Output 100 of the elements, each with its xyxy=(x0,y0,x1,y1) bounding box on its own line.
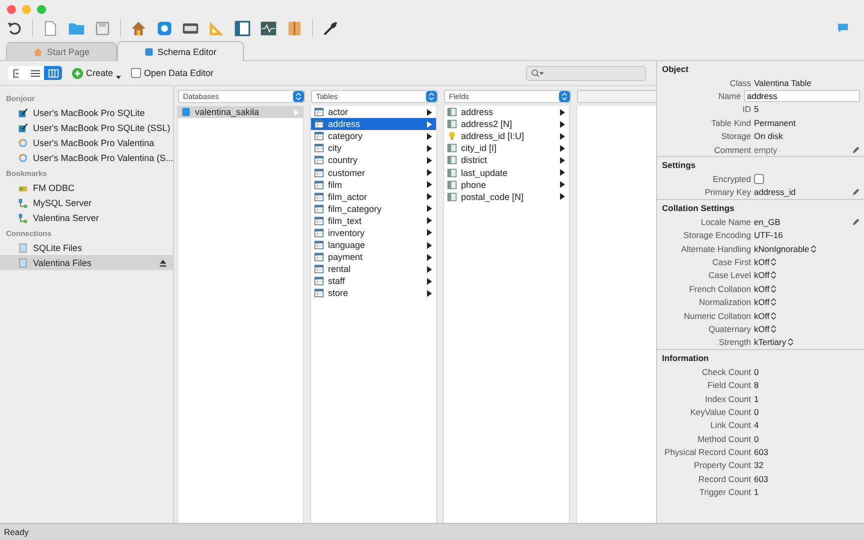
list-icon xyxy=(30,68,40,78)
checkbox[interactable] xyxy=(754,174,764,184)
property-label: Method Count xyxy=(696,434,752,444)
property-label: Numeric Collation xyxy=(682,310,752,321)
list-item[interactable]: staff xyxy=(311,275,436,288)
list-item[interactable]: actor xyxy=(311,106,436,118)
list-item[interactable]: valentina_sakila xyxy=(178,106,303,118)
window-icon[interactable] xyxy=(234,20,251,36)
up-down-arrows-icon xyxy=(771,324,776,333)
property-value: 0 xyxy=(754,366,759,377)
list-item[interactable]: film_category xyxy=(311,202,436,215)
search-field[interactable] xyxy=(526,66,646,80)
property-value: On disk xyxy=(754,131,783,142)
stepper-icon xyxy=(426,90,437,102)
waveform-icon[interactable] xyxy=(260,20,277,36)
book-icon[interactable] xyxy=(286,20,303,36)
tab[interactable]: Schema Editor xyxy=(116,41,244,61)
column-icon xyxy=(447,119,457,130)
list-item[interactable]: customer xyxy=(311,166,436,179)
new-file-icon[interactable] xyxy=(42,20,59,36)
column-view-button[interactable] xyxy=(44,66,62,80)
sidebar-item[interactable]: SQLite Files xyxy=(0,240,173,255)
property-value: 0 xyxy=(754,434,759,444)
sidebar-item[interactable]: Valentina Server xyxy=(0,210,173,225)
list-item[interactable]: address xyxy=(311,118,436,130)
list-item[interactable]: film_text xyxy=(311,214,436,227)
plug-icon[interactable] xyxy=(322,20,339,36)
list-item[interactable]: film xyxy=(311,178,436,191)
list-item[interactable]: inventory xyxy=(311,226,436,240)
list-item[interactable]: address xyxy=(444,106,569,118)
property-label: Case First xyxy=(711,256,752,267)
tab[interactable]: Start Page xyxy=(6,42,117,60)
list-item[interactable]: address_id [I:U] xyxy=(444,130,569,142)
sidebar-item[interactable]: User's MacBook Pro SQLite xyxy=(0,105,173,120)
property-label: Case Level xyxy=(707,270,752,280)
pencil-icon[interactable] xyxy=(852,188,860,196)
list-item[interactable]: last_update xyxy=(444,166,569,179)
popup-button[interactable]: kOff xyxy=(754,256,776,267)
list-item[interactable]: phone xyxy=(444,178,569,191)
list-item[interactable]: film_actor xyxy=(311,190,436,203)
status-text: Ready xyxy=(0,523,864,540)
table-icon xyxy=(314,119,324,130)
list-item[interactable]: city_id [I] xyxy=(444,142,569,154)
table-icon xyxy=(314,228,324,238)
popup-button[interactable]: kNonIgnorable xyxy=(754,244,816,254)
table-icon xyxy=(314,216,324,226)
group-heading: Object xyxy=(661,63,690,76)
column-icon xyxy=(447,168,457,178)
ruler-icon[interactable] xyxy=(208,20,225,36)
column-icon xyxy=(447,143,457,154)
popup-button[interactable]: kOff xyxy=(754,297,776,308)
property-label: Comment xyxy=(713,144,752,155)
list-item[interactable]: address2 [N] xyxy=(444,118,569,130)
table-icon xyxy=(314,192,324,202)
group-heading: Information xyxy=(657,349,864,366)
popup-button[interactable]: kOff xyxy=(754,270,776,280)
chat-icon[interactable] xyxy=(836,21,850,35)
close-button[interactable] xyxy=(7,4,16,14)
list-item[interactable]: language xyxy=(311,239,436,252)
sidebar-item[interactable]: FM ODBC xyxy=(0,180,173,195)
property-value: 32 xyxy=(754,460,764,470)
open-data-editor-checkbox[interactable]: Open Data Editor xyxy=(131,68,214,78)
popup-button[interactable]: kTertiary xyxy=(754,337,794,348)
sidebar-item[interactable]: User's MacBook Pro Valentina xyxy=(0,135,173,150)
database-icon[interactable] xyxy=(156,20,173,36)
sidebar-item[interactable]: Valentina Files xyxy=(0,255,173,270)
table-icon xyxy=(314,252,324,262)
list-item[interactable]: payment xyxy=(311,251,436,264)
popup-button[interactable]: kOff xyxy=(754,310,776,321)
up-down-arrows-icon xyxy=(788,338,794,346)
popup-button[interactable]: kOff xyxy=(754,324,776,334)
list-view-button[interactable] xyxy=(26,66,44,80)
property-value: 8 xyxy=(754,380,759,390)
eject-icon[interactable] xyxy=(159,258,167,266)
create-button[interactable]: Create xyxy=(72,66,122,80)
pencil-icon[interactable] xyxy=(852,218,860,226)
house-icon[interactable] xyxy=(130,20,147,36)
pencil-icon[interactable] xyxy=(852,146,860,154)
plus-icon xyxy=(72,68,83,78)
undo-icon[interactable] xyxy=(6,20,23,36)
property-value: 1 xyxy=(754,394,759,404)
popup-button[interactable]: kOff xyxy=(754,284,776,294)
list-item[interactable]: district xyxy=(444,154,569,166)
property-value: empty xyxy=(754,144,778,155)
list-item[interactable]: rental xyxy=(311,263,436,276)
zoom-button[interactable] xyxy=(37,4,46,14)
columns-icon xyxy=(48,68,58,78)
property-label: Strength xyxy=(718,337,752,348)
tree-view-button[interactable] xyxy=(8,66,26,80)
sidebar-item[interactable]: MySQL Server xyxy=(0,195,173,210)
list-item[interactable]: country xyxy=(311,154,436,166)
list-item[interactable]: postal_code [N] xyxy=(444,190,569,203)
list-item[interactable]: category xyxy=(311,130,436,142)
name-field[interactable]: address xyxy=(744,90,860,102)
list-item[interactable]: city xyxy=(311,142,436,154)
list-item[interactable]: store xyxy=(311,287,436,300)
sidebar-item[interactable]: User's MacBook Pro Valentina (S... xyxy=(0,150,173,165)
up-down-arrows-icon xyxy=(771,258,776,266)
sidebar-item[interactable]: User's MacBook Pro SQLite (SSL) xyxy=(0,120,173,135)
property-label: Locale Name xyxy=(700,216,752,227)
